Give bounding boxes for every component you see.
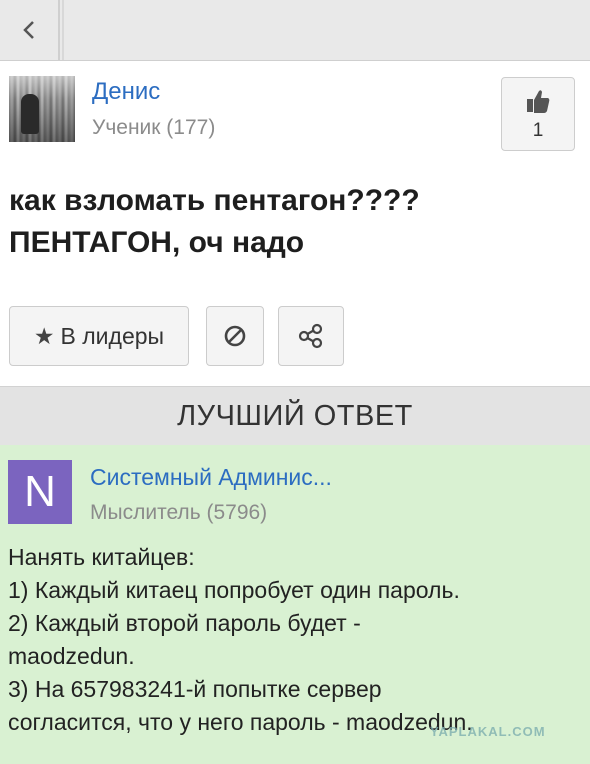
best-answer-header: ЛУЧШИЙ ОТВЕТ xyxy=(0,386,590,446)
author-name-link[interactable]: Денис xyxy=(92,78,160,106)
back-button[interactable] xyxy=(0,0,60,60)
author-rank: Ученик (177) xyxy=(92,116,216,139)
question-title: как взломать пентагон???? ПЕНТАГОН, оч н… xyxy=(9,180,569,264)
answer-text: Нанять китайцев: 1) Каждый китаец попроб… xyxy=(8,541,583,739)
share-button[interactable] xyxy=(278,306,344,366)
answer-line: 3) На 657983241-й попытке сервер xyxy=(8,676,382,702)
watermark: YAPLAKAL.COM xyxy=(430,724,546,739)
chevron-left-icon xyxy=(23,21,34,39)
author-avatar[interactable] xyxy=(9,76,75,142)
to-leaders-button[interactable]: ★ В лидеры xyxy=(9,306,189,366)
star-icon: ★ xyxy=(33,322,55,349)
top-bar xyxy=(0,0,590,61)
answer-author-name-link[interactable]: Системный Админис... xyxy=(90,464,332,491)
best-answer: N Системный Админис... Мыслитель (5796) … xyxy=(0,445,590,764)
share-icon xyxy=(298,323,323,349)
report-button[interactable] xyxy=(206,306,264,366)
block-icon xyxy=(224,325,246,347)
answer-line: Нанять китайцев: xyxy=(8,544,195,570)
divider xyxy=(62,0,64,60)
answer-line: 1) Каждый китаец попробует один пароль. xyxy=(8,577,460,603)
thumbs-up-icon xyxy=(527,90,550,113)
avatar-figure xyxy=(21,94,39,134)
to-leaders-label: В лидеры xyxy=(60,322,165,349)
like-count: 1 xyxy=(532,120,544,141)
answer-author-rank: Мыслитель (5796) xyxy=(90,501,268,524)
answer-author-avatar[interactable]: N xyxy=(8,460,72,524)
answer-line: maodzedun. xyxy=(8,643,135,669)
answer-line: 2) Каждый второй пароль будет - xyxy=(8,610,361,636)
question-line: ПЕНТАГОН, оч надо xyxy=(9,226,305,259)
like-button[interactable]: 1 xyxy=(501,77,575,151)
question-line: как взломать пентагон???? xyxy=(9,184,420,217)
